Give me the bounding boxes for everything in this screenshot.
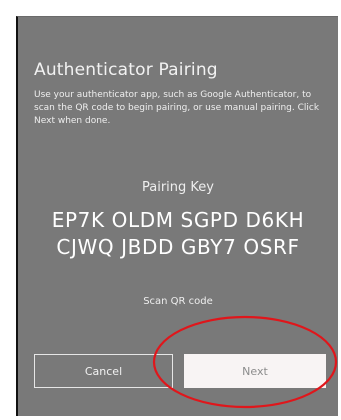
pairing-key-line-1: EP7K OLDM SGPD D6KH (51, 208, 305, 232)
scan-qr-code-link[interactable]: Scan QR code (18, 296, 338, 307)
screenshot-frame: Authenticator Pairing Use your authentic… (0, 0, 341, 420)
cancel-button[interactable]: Cancel (34, 354, 173, 388)
dialog-title: Authenticator Pairing (34, 60, 218, 80)
pairing-key-line-2: CJWQ JBDD GBY7 OSRF (56, 235, 300, 259)
dialog-description: Use your authenticator app, such as Goog… (34, 90, 320, 126)
authenticator-pairing-dialog: Authenticator Pairing Use your authentic… (16, 16, 338, 416)
next-button[interactable]: Next (184, 354, 326, 388)
pairing-key-label: Pairing Key (142, 180, 214, 195)
